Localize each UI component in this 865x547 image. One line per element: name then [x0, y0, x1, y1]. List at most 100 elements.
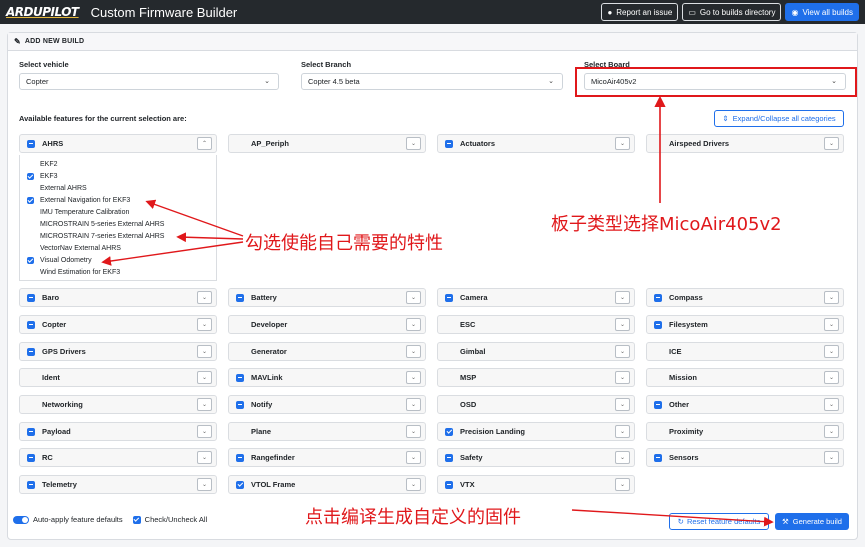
chevron-down-icon[interactable]: ⌄	[824, 398, 839, 411]
category-vtol-frame[interactable]: VTOL Frame ⌄	[228, 475, 426, 494]
chevron-down-icon[interactable]: ⌄	[197, 425, 212, 438]
auto-apply-toggle[interactable]	[13, 515, 29, 524]
category-precision-landing[interactable]: Precision Landing ⌄	[437, 422, 635, 441]
chevron-down-icon[interactable]: ⌄	[824, 371, 839, 384]
category-checkbox[interactable]	[27, 139, 35, 148]
chevron-down-icon[interactable]: ⌄	[824, 451, 839, 464]
chevron-down-icon[interactable]: ⌄	[406, 291, 421, 304]
chevron-down-icon[interactable]: ⌄	[615, 345, 630, 358]
chevron-down-icon[interactable]: ⌄	[406, 345, 421, 358]
chevron-down-icon[interactable]: ⌄	[824, 425, 839, 438]
generate-build-button[interactable]: ⚒ Generate build	[775, 513, 849, 530]
category-copter[interactable]: Copter ⌄	[19, 315, 217, 334]
category-plane[interactable]: Plane ⌄	[228, 422, 426, 441]
category-checkbox[interactable]	[236, 373, 244, 382]
view-all-builds-button[interactable]: ◉ View all builds	[785, 3, 859, 21]
category-vtx[interactable]: VTX ⌄	[437, 475, 635, 494]
category-baro[interactable]: Baro ⌄	[19, 288, 217, 307]
category-rc[interactable]: RC ⌄	[19, 448, 217, 467]
chevron-down-icon[interactable]: ⌄	[406, 318, 421, 331]
chevron-down-icon[interactable]: ⌄	[824, 137, 839, 150]
ahrs-feature-item[interactable]: Wind Estimation for EKF3	[27, 269, 120, 276]
category-gimbal[interactable]: Gimbal ⌄	[437, 342, 635, 361]
category-developer[interactable]: Developer ⌄	[228, 315, 426, 334]
feature-checkbox[interactable]	[27, 197, 34, 204]
category-camera[interactable]: Camera ⌄	[437, 288, 635, 307]
category-msp[interactable]: MSP ⌄	[437, 368, 635, 387]
builds-directory-button[interactable]: ▭ Go to builds directory	[682, 3, 782, 21]
chevron-down-icon[interactable]: ⌄	[615, 318, 630, 331]
category-notify[interactable]: Notify ⌄	[228, 395, 426, 414]
ahrs-feature-item[interactable]: MICROSTRAIN 7-series External AHRS	[27, 233, 164, 240]
category-checkbox[interactable]	[27, 320, 35, 329]
category-battery[interactable]: Battery ⌄	[228, 288, 426, 307]
chevron-down-icon[interactable]: ⌄	[197, 345, 212, 358]
chevron-down-icon[interactable]: ⌄	[615, 425, 630, 438]
chevron-down-icon[interactable]: ⌄	[197, 451, 212, 464]
category-checkbox[interactable]	[654, 293, 662, 302]
chevron-down-icon[interactable]: ⌄	[406, 137, 421, 150]
category-ap-periph[interactable]: AP_Periph ⌄	[228, 134, 426, 153]
chevron-up-icon[interactable]: ⌃	[197, 137, 212, 150]
feature-checkbox[interactable]	[27, 173, 34, 180]
chevron-down-icon[interactable]: ⌄	[824, 291, 839, 304]
category-checkbox[interactable]	[236, 400, 244, 409]
branch-select[interactable]: Copter 4.5 beta ⌄	[301, 73, 563, 90]
expand-collapse-button[interactable]: ⇕ Expand/Collapse all categories	[714, 110, 844, 127]
chevron-down-icon[interactable]: ⌄	[406, 478, 421, 491]
reset-defaults-button[interactable]: ↻ Reset feature defaults	[669, 513, 769, 530]
chevron-down-icon[interactable]: ⌄	[197, 371, 212, 384]
feature-checkbox[interactable]	[27, 257, 34, 264]
category-checkbox[interactable]	[236, 480, 244, 489]
chevron-down-icon[interactable]: ⌄	[615, 291, 630, 304]
chevron-down-icon[interactable]: ⌄	[406, 371, 421, 384]
chevron-down-icon[interactable]: ⌄	[615, 371, 630, 384]
category-checkbox[interactable]	[236, 453, 244, 462]
category-checkbox[interactable]	[445, 453, 453, 462]
report-issue-button[interactable]: ● Report an issue	[601, 3, 679, 21]
chevron-down-icon[interactable]: ⌄	[197, 398, 212, 411]
category-checkbox[interactable]	[654, 400, 662, 409]
category-checkbox[interactable]	[445, 427, 453, 436]
ahrs-feature-item[interactable]: Visual Odometry	[27, 257, 92, 264]
category-airspeed-drivers[interactable]: Airspeed Drivers ⌄	[646, 134, 844, 153]
category-payload[interactable]: Payload ⌄	[19, 422, 217, 441]
chevron-down-icon[interactable]: ⌄	[615, 451, 630, 464]
chevron-down-icon[interactable]: ⌄	[197, 478, 212, 491]
category-sensors[interactable]: Sensors ⌄	[646, 448, 844, 467]
category-mission[interactable]: Mission ⌄	[646, 368, 844, 387]
category-compass[interactable]: Compass ⌄	[646, 288, 844, 307]
category-checkbox[interactable]	[27, 293, 35, 302]
chevron-down-icon[interactable]: ⌄	[197, 318, 212, 331]
category-gps-drivers[interactable]: GPS Drivers ⌄	[19, 342, 217, 361]
category-checkbox[interactable]	[27, 427, 35, 436]
chevron-down-icon[interactable]: ⌄	[197, 291, 212, 304]
check-all-checkbox[interactable]	[132, 515, 141, 524]
category-osd[interactable]: OSD ⌄	[437, 395, 635, 414]
category-actuators[interactable]: Actuators ⌄	[437, 134, 635, 153]
category-checkbox[interactable]	[445, 293, 453, 302]
category-ice[interactable]: ICE ⌄	[646, 342, 844, 361]
ahrs-feature-item[interactable]: VectorNav External AHRS	[27, 245, 121, 252]
category-checkbox[interactable]	[445, 480, 453, 489]
chevron-down-icon[interactable]: ⌄	[824, 345, 839, 358]
chevron-down-icon[interactable]: ⌄	[615, 398, 630, 411]
category-networking[interactable]: Networking ⌄	[19, 395, 217, 414]
category-checkbox[interactable]	[445, 139, 453, 148]
ahrs-feature-item[interactable]: MICROSTRAIN 5-series External AHRS	[27, 221, 164, 228]
category-checkbox[interactable]	[236, 293, 244, 302]
category-ahrs[interactable]: AHRS ⌃	[19, 134, 217, 153]
category-checkbox[interactable]	[654, 320, 662, 329]
ahrs-feature-item[interactable]: External Navigation for EKF3	[27, 197, 130, 204]
category-checkbox[interactable]	[27, 453, 35, 462]
vehicle-select[interactable]: Copter ⌄	[19, 73, 279, 90]
category-checkbox[interactable]	[27, 480, 35, 489]
category-other[interactable]: Other ⌄	[646, 395, 844, 414]
chevron-down-icon[interactable]: ⌄	[406, 451, 421, 464]
category-generator[interactable]: Generator ⌄	[228, 342, 426, 361]
category-ident[interactable]: Ident ⌄	[19, 368, 217, 387]
ahrs-feature-item[interactable]: IMU Temperature Calibration	[27, 209, 129, 216]
category-esc[interactable]: ESC ⌄	[437, 315, 635, 334]
chevron-down-icon[interactable]: ⌄	[824, 318, 839, 331]
ahrs-feature-item[interactable]: EKF2	[27, 161, 58, 168]
